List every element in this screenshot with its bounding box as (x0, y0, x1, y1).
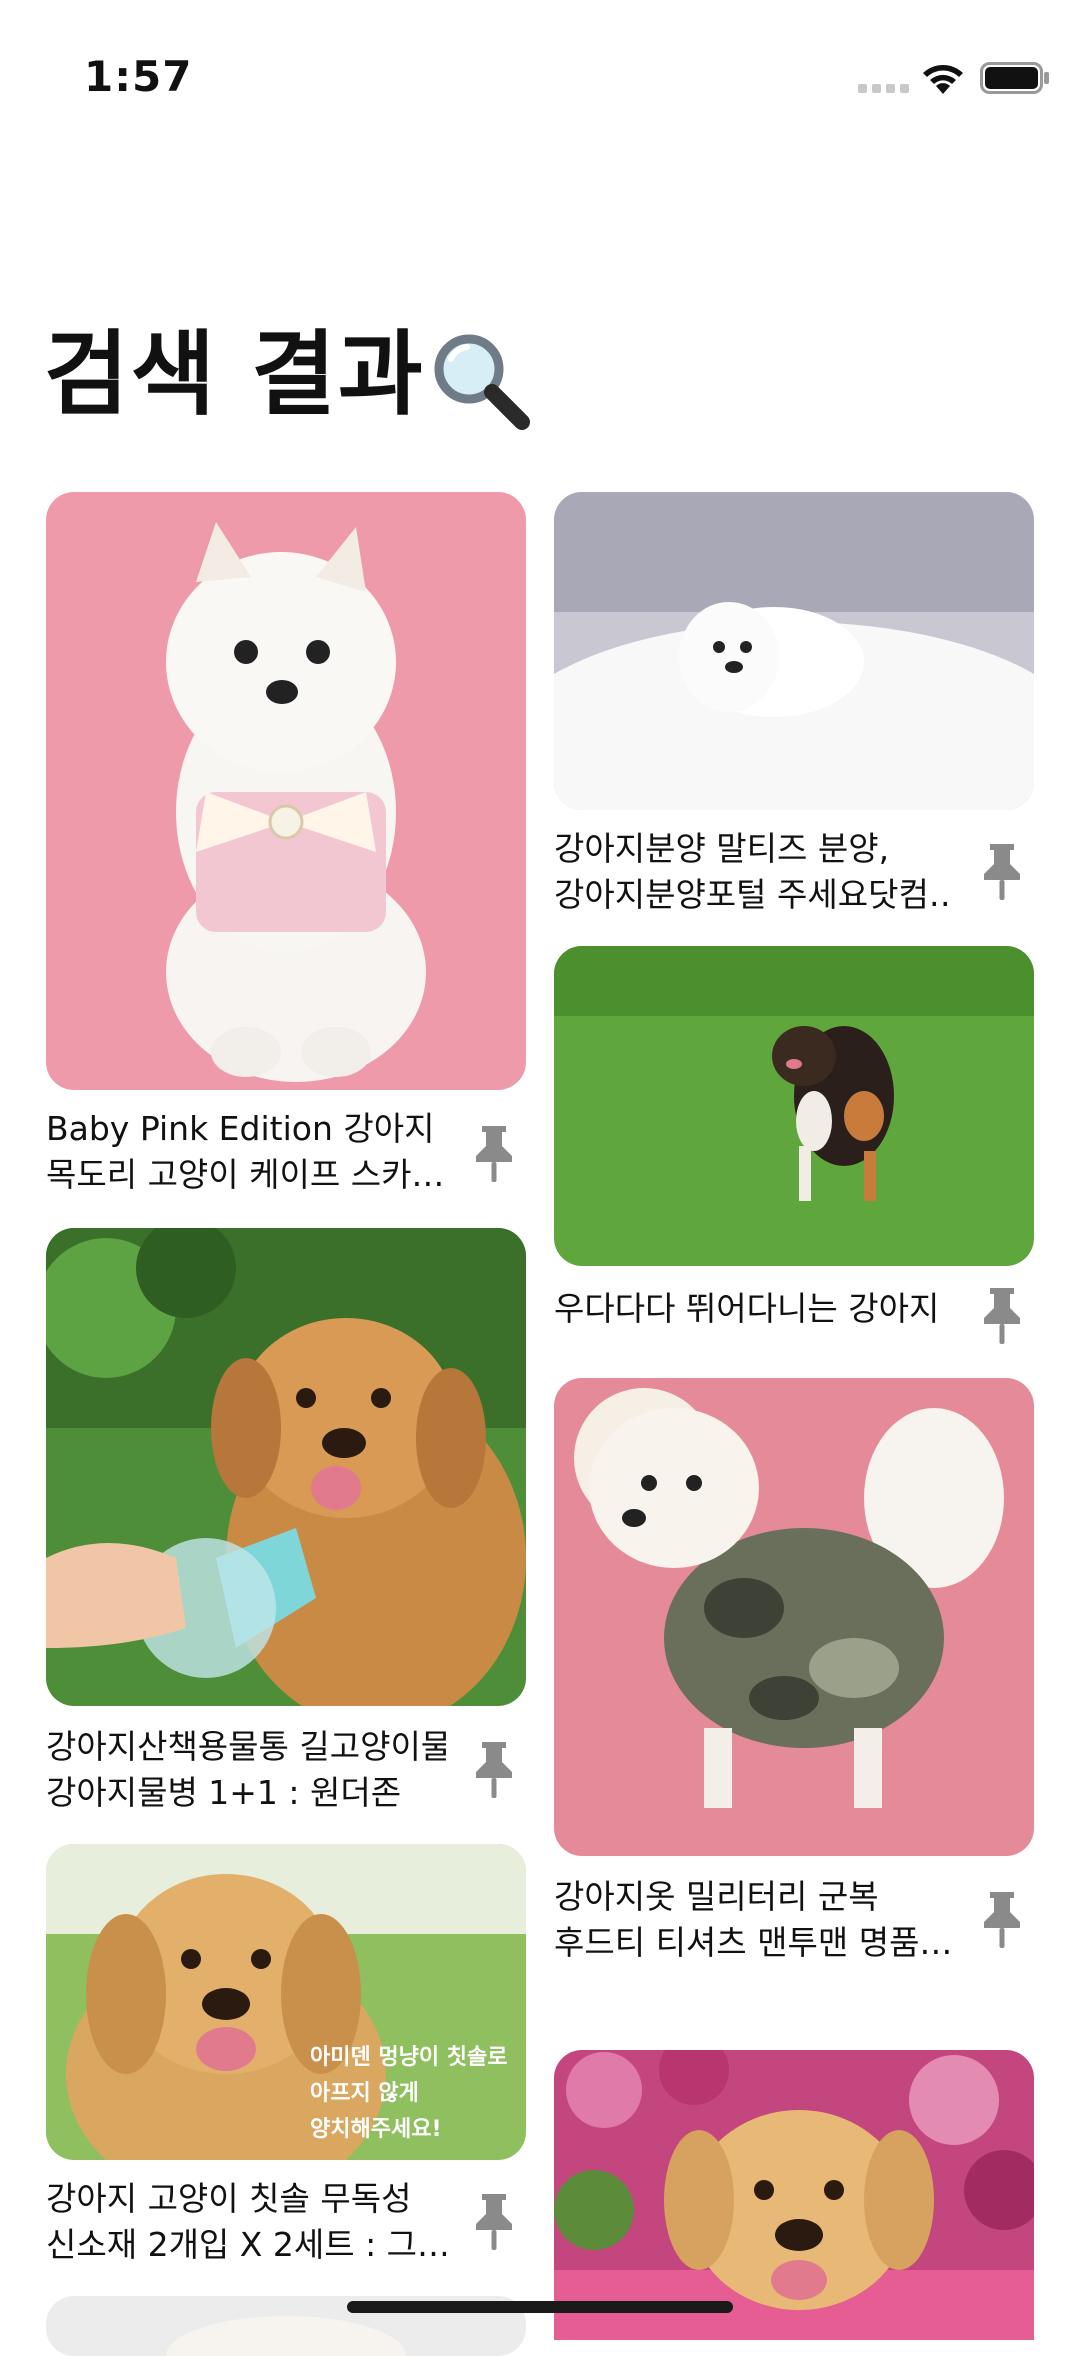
result-caption: 강아지옷 밀리터리 군복 후드티 티셔츠 맨투맨 명품… (554, 1874, 954, 1966)
caption-line: 강아지분양포털 주세요닷컴… (554, 875, 954, 914)
page-title: 검색 결과 (44, 300, 533, 433)
caption-line: 강아지물병 1+1 : 원더존 (46, 1773, 402, 1812)
result-caption: 강아지 고양이 칫솔 무독성 신소재 2개입 X 2세트 : 그… (46, 2176, 446, 2268)
result-caption: 강아지분양 말티즈 분양, 강아지분양포털 주세요닷컴… (554, 826, 954, 918)
status-bar: 1:57 (0, 0, 1080, 150)
magnifier-icon (434, 334, 530, 430)
result-caption: 우다다다 뛰어다니는 강아지 (554, 1286, 954, 1332)
overlay-line: 아프지 않게 (310, 2081, 419, 2106)
image-overlay-text: 아미덴 멍냥이 칫솔로 아프지 않게 양치해주세요! (310, 2040, 507, 2148)
result-caption: 강아지산책용물통 길고양이물 강아지물병 1+1 : 원더존 (46, 1724, 446, 1816)
result-caption: Baby Pink Edition 강아지 목도리 고양이 케이프 스카… (46, 1106, 446, 1198)
caption-line: 강아지분양 말티즈 분양, (554, 829, 890, 868)
pin-icon[interactable] (980, 842, 1024, 902)
caption-line: 강아지 고양이 칫솔 무독성 (46, 2179, 412, 2218)
home-indicator[interactable] (347, 2301, 733, 2313)
caption-line: 강아지옷 밀리터리 군복 (554, 1877, 879, 1916)
result-image[interactable] (554, 1378, 1034, 1856)
pin-icon[interactable] (980, 1890, 1024, 1950)
pin-icon[interactable] (980, 1286, 1024, 1346)
caption-line: 우다다다 뛰어다니는 강아지 (554, 1289, 940, 1328)
caption-line: 후드티 티셔츠 맨투맨 명품… (554, 1923, 953, 1962)
pin-icon[interactable] (472, 2192, 516, 2252)
pin-icon[interactable] (472, 1124, 516, 1184)
caption-line: 강아지산책용물통 길고양이물 (46, 1727, 446, 1766)
wifi-icon (923, 65, 963, 94)
result-image[interactable] (46, 492, 526, 1090)
status-time: 1:57 (84, 52, 193, 101)
caption-line: 신소재 2개입 X 2세트 : 그… (46, 2225, 446, 2264)
page-title-text: 검색 결과 (44, 321, 425, 428)
overlay-line: 양치해주세요! (310, 2117, 442, 2142)
result-image[interactable] (554, 492, 1034, 810)
result-image[interactable] (554, 2050, 1034, 2340)
caption-line: 목도리 고양이 케이프 스카… (46, 1155, 445, 1194)
pin-icon[interactable] (472, 1740, 516, 1800)
caption-line: Baby Pink Edition 강아지 (46, 1109, 435, 1148)
overlay-line: 아미덴 멍냥이 칫솔로 (310, 2045, 508, 2070)
battery-icon (980, 62, 1049, 94)
result-image[interactable]: 아미덴 멍냥이 칫솔로 아프지 않게 양치해주세요! (46, 1844, 526, 2160)
cellular-signal-icon (858, 84, 910, 94)
result-image[interactable] (554, 946, 1034, 1266)
result-image[interactable] (46, 1228, 526, 1706)
